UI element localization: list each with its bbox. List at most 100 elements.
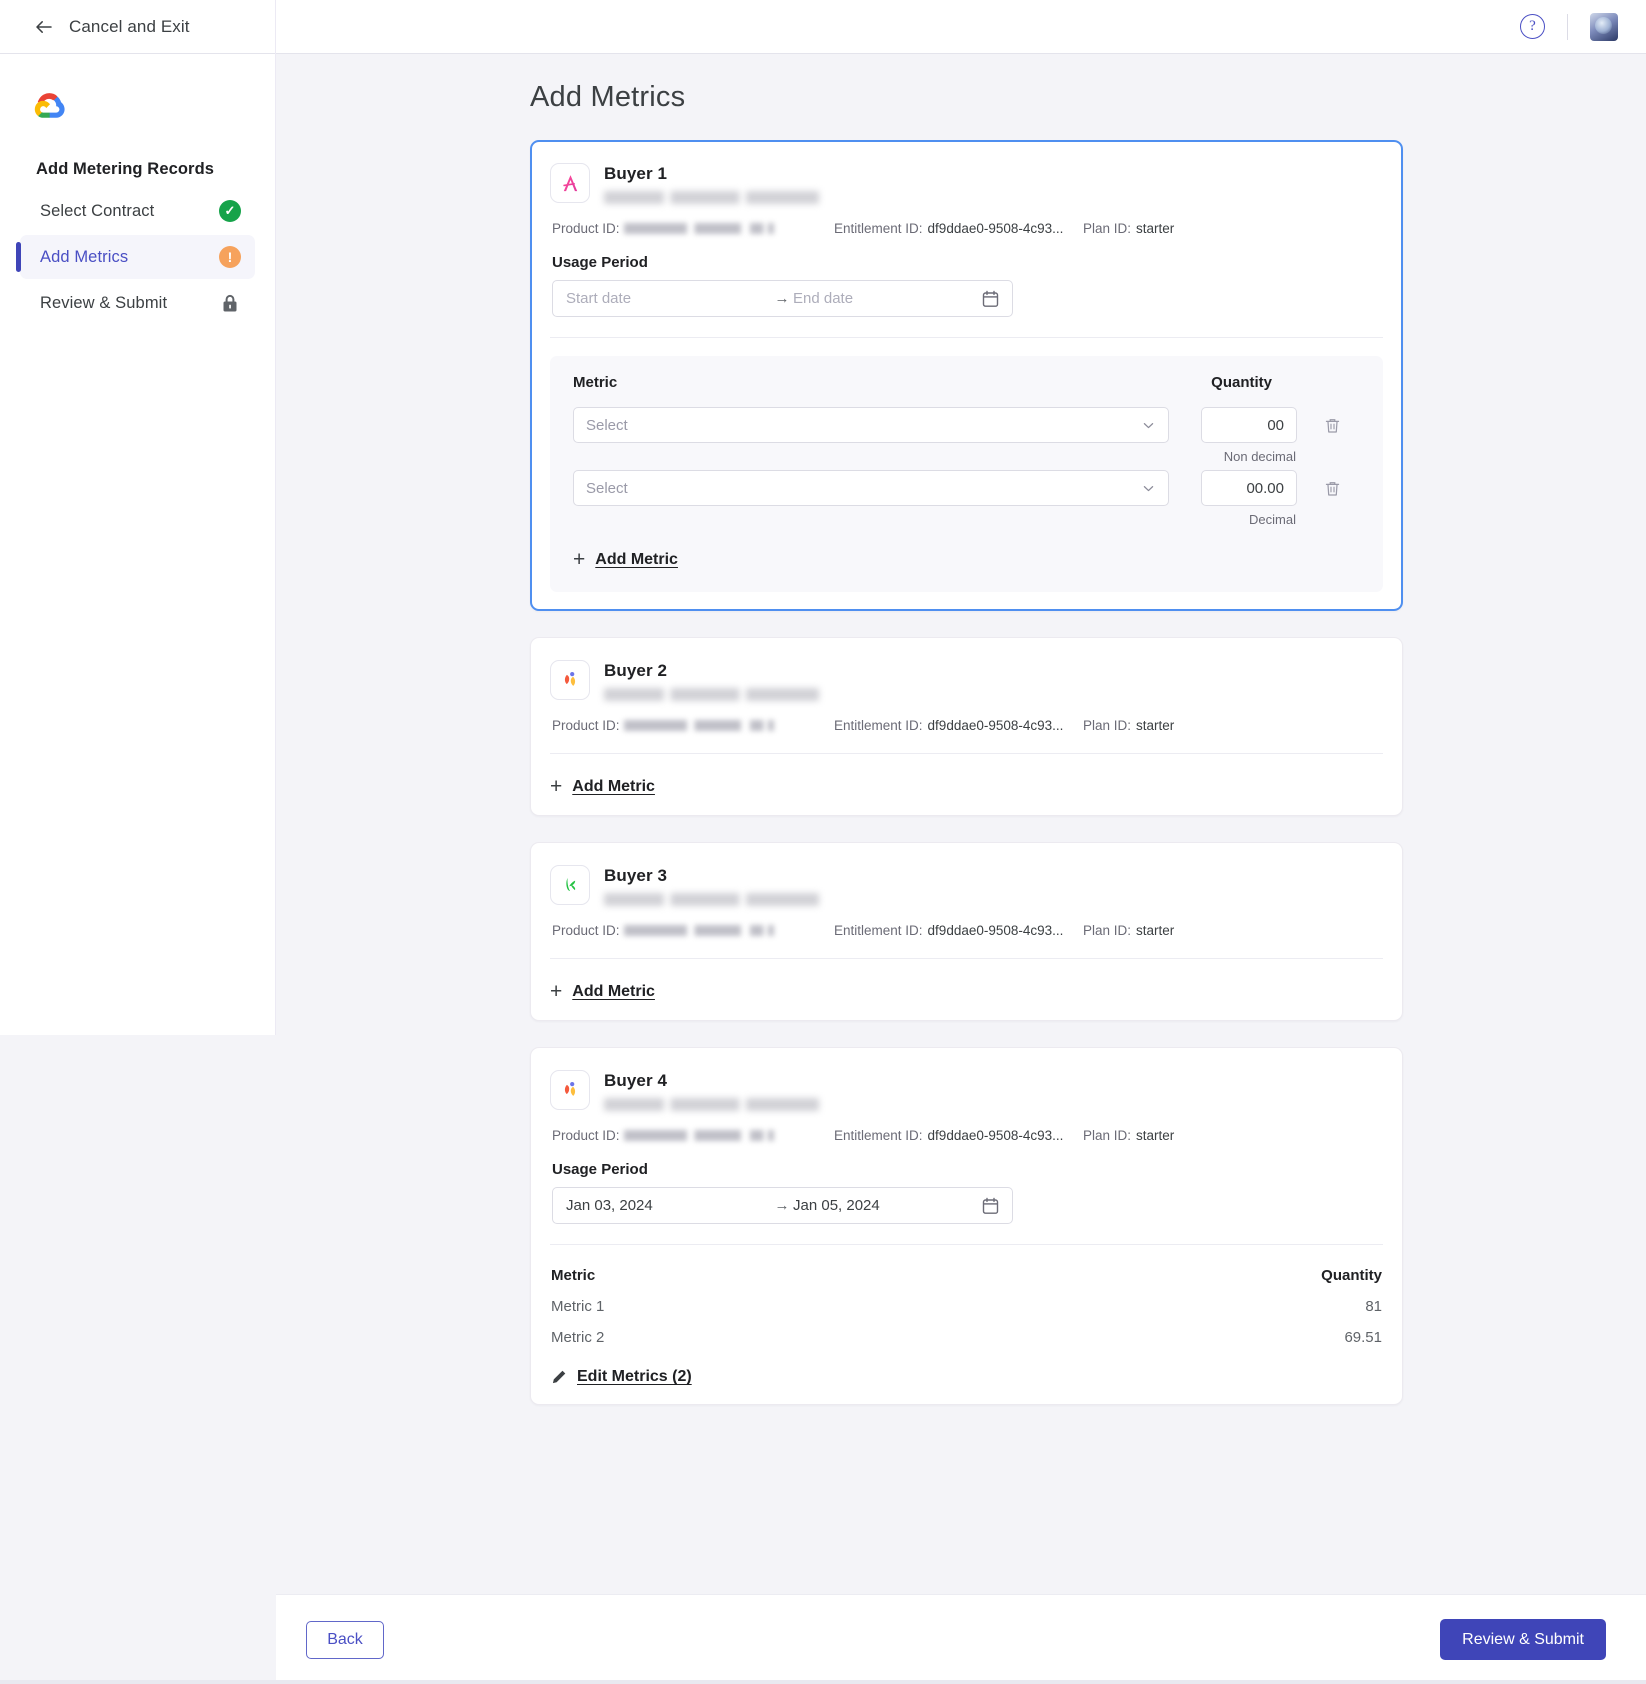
- edit-metrics-label: Edit Metrics (2): [577, 1368, 692, 1385]
- divider: [550, 1244, 1383, 1245]
- product-id-group: Product ID:: [552, 718, 834, 733]
- top-bar: Cancel and Exit ?: [0, 0, 1646, 54]
- add-metric-button-buyer-1[interactable]: + Add Metric: [573, 549, 1364, 570]
- start-date-input[interactable]: Jan 03, 2024: [566, 1197, 771, 1214]
- main-content: Add Metrics Buyer 1 Product ID: Entitlem…: [276, 54, 1646, 1594]
- sidebar-item-add-metrics[interactable]: Add Metrics !: [16, 235, 255, 279]
- sidebar-item-label: Select Contract: [40, 201, 155, 220]
- product-id-value-redacted: [623, 223, 774, 234]
- quantity-group-2: 00.00 Decimal: [1201, 470, 1297, 527]
- entitlement-id-value: df9ddae0-9508-4c93...: [927, 923, 1064, 938]
- cancel-and-exit-label: Cancel and Exit: [69, 16, 190, 36]
- review-and-submit-button[interactable]: Review & Submit: [1440, 1619, 1606, 1660]
- entitlement-id-label: Entitlement ID:: [834, 923, 923, 938]
- usage-period-date-range-input[interactable]: Jan 03, 2024 → Jan 05, 2024: [552, 1187, 1013, 1224]
- add-metric-label: Add Metric: [595, 550, 678, 568]
- metric-name: Metric 1: [551, 1298, 605, 1315]
- metric-select-2-value: Select: [586, 479, 628, 497]
- entitlement-id-value: df9ddae0-9508-4c93...: [927, 1128, 1064, 1143]
- entitlement-id-label: Entitlement ID:: [834, 221, 923, 236]
- metric-select-1-value: Select: [586, 416, 628, 434]
- quantity-column-label: Quantity: [1211, 374, 1272, 391]
- help-circle-icon[interactable]: ?: [1520, 14, 1545, 39]
- sidebar-item-label: Add Metrics: [40, 247, 129, 266]
- product-id-label: Product ID:: [552, 718, 620, 733]
- calendar-icon[interactable]: [982, 290, 999, 308]
- sidebar-item-review-submit[interactable]: Review & Submit: [20, 281, 255, 325]
- plan-id-group: Plan ID: starter: [1083, 221, 1174, 236]
- edit-metrics-button-buyer-4[interactable]: Edit Metrics (2): [550, 1368, 1383, 1386]
- buyer-card-2[interactable]: Buyer 2 Product ID: Entitlement ID: df9d…: [530, 637, 1403, 816]
- metrics-column-headers: Metric Quantity: [573, 374, 1364, 391]
- check-circle-icon: ✓: [219, 200, 241, 222]
- arrow-left-icon: [33, 16, 55, 38]
- buyer-header: Buyer 2: [550, 660, 1383, 701]
- usage-period-date-range-input[interactable]: Start date → End date: [552, 280, 1013, 317]
- calendar-icon[interactable]: [982, 1197, 999, 1215]
- entitlement-id-group: Entitlement ID: df9ddae0-9508-4c93...: [834, 221, 1083, 236]
- buyer-cards-list: Buyer 1 Product ID: Entitlement ID: df9d…: [530, 140, 1403, 1405]
- quantity-input-1[interactable]: 00: [1201, 407, 1297, 443]
- delete-metric-row-1-button[interactable]: [1321, 415, 1343, 437]
- google-cloud-logo: [33, 90, 69, 120]
- product-id-label: Product ID:: [552, 923, 620, 938]
- back-button[interactable]: Back: [306, 1620, 384, 1659]
- metrics-summary-table: Metric Quantity Metric 1 81 Metric 2 69.…: [550, 1267, 1383, 1346]
- buyer-name: Buyer 1: [604, 164, 668, 183]
- sidebar-item-label: Review & Submit: [40, 293, 168, 312]
- entitlement-id-label: Entitlement ID:: [834, 718, 923, 733]
- cancel-and-exit-button[interactable]: Cancel and Exit: [0, 0, 276, 54]
- buyer-logo-tulip-mark-icon: [550, 660, 590, 700]
- add-metric-button-buyer-3[interactable]: + Add Metric: [550, 981, 1383, 1002]
- sidebar-title: Add Metering Records: [36, 160, 215, 178]
- buyer-card-1[interactable]: Buyer 1 Product ID: Entitlement ID: df9d…: [530, 140, 1403, 611]
- buyer-logo-green-leaf-mark-icon: [550, 865, 590, 905]
- entitlement-id-group: Entitlement ID: df9ddae0-9508-4c93...: [834, 923, 1083, 938]
- user-avatar[interactable]: [1590, 12, 1618, 41]
- sidebar-item-select-contract[interactable]: Select Contract ✓: [20, 189, 255, 233]
- quantity-column-header: Quantity: [1321, 1267, 1382, 1284]
- buyer-product-name-redacted: [604, 893, 819, 906]
- lock-icon: [219, 292, 241, 314]
- quantity-input-2[interactable]: 00.00: [1201, 470, 1297, 506]
- buyer-name: Buyer 3: [604, 866, 668, 885]
- top-bar-actions: ?: [1520, 12, 1646, 41]
- buyer-logo-a-mark-icon: [550, 163, 590, 203]
- start-date-input[interactable]: Start date: [566, 290, 771, 307]
- table-row: Metric 1 81: [550, 1298, 1383, 1315]
- add-metric-button-buyer-2[interactable]: + Add Metric: [550, 776, 1383, 797]
- add-metering-records-page: Cancel and Exit ? Add Metering Records S…: [0, 0, 1646, 1684]
- plan-id-group: Plan ID: starter: [1083, 923, 1174, 938]
- delete-metric-row-2-button[interactable]: [1321, 478, 1343, 500]
- buyer-header: Buyer 4: [550, 1070, 1383, 1111]
- product-id-label: Product ID:: [552, 221, 620, 236]
- date-range-arrow-icon: →: [774, 1197, 790, 1214]
- plan-id-value: starter: [1136, 718, 1175, 733]
- plus-icon: +: [550, 980, 563, 1003]
- divider: [550, 958, 1383, 959]
- buyer-card-3[interactable]: Buyer 3 Product ID: Entitlement ID: df9d…: [530, 842, 1403, 1021]
- usage-period-label: Usage Period: [552, 1161, 648, 1178]
- plan-id-label: Plan ID:: [1083, 221, 1132, 236]
- end-date-input[interactable]: Jan 05, 2024: [793, 1197, 982, 1214]
- metric-select-2[interactable]: Select: [573, 470, 1169, 506]
- quantity-hint-1: Non decimal: [1223, 449, 1296, 464]
- divider: [1567, 13, 1568, 40]
- pencil-icon: [550, 1369, 567, 1386]
- product-id-value-redacted: [623, 1130, 774, 1141]
- date-range-arrow-icon: →: [774, 290, 790, 307]
- buyer-card-4[interactable]: Buyer 4 Product ID: Entitlement ID: df9d…: [530, 1047, 1403, 1405]
- plus-icon: +: [573, 548, 586, 571]
- end-date-input[interactable]: End date: [793, 290, 982, 307]
- metric-quantity: 81: [1365, 1298, 1382, 1315]
- metric-row: Select 00 Non decimal: [573, 407, 1364, 464]
- usage-period-label: Usage Period: [552, 254, 648, 271]
- entitlement-id-group: Entitlement ID: df9ddae0-9508-4c93...: [834, 1128, 1083, 1143]
- metric-select-1[interactable]: Select: [573, 407, 1169, 443]
- footer-actions: Back Review & Submit: [276, 1594, 1646, 1684]
- page-title: Add Metrics: [530, 81, 686, 113]
- chevron-down-icon: [1141, 418, 1156, 433]
- metric-column-header: Metric: [551, 1267, 596, 1284]
- buyer-name: Buyer 4: [604, 1071, 668, 1090]
- buyer-logo-tulip-mark-icon: [550, 1070, 590, 1110]
